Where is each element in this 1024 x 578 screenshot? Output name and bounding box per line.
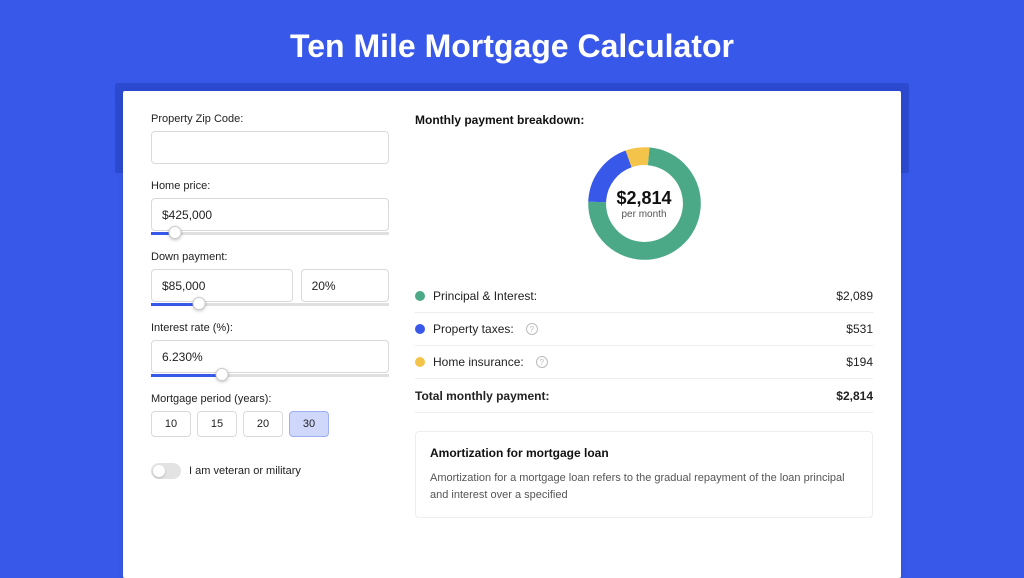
period-label: Mortgage period (years): [151, 393, 389, 405]
calculator-card: Property Zip Code: Home price: Down paym… [123, 91, 901, 578]
info-icon[interactable]: ? [526, 323, 538, 335]
rate-input[interactable] [151, 340, 389, 373]
down-label: Down payment: [151, 251, 389, 263]
period-btn-10[interactable]: 10 [151, 411, 191, 437]
row-total-label: Total monthly payment: [415, 389, 549, 403]
row-taxes: Property taxes: ? $531 [415, 313, 873, 346]
donut-chart: $2,814 per month [582, 141, 707, 266]
veteran-label: I am veteran or military [189, 465, 301, 477]
zip-group: Property Zip Code: [151, 113, 389, 164]
period-btn-20[interactable]: 20 [243, 411, 283, 437]
rate-slider-knob[interactable] [216, 368, 229, 381]
rate-slider-fill [151, 374, 222, 377]
amortization-text: Amortization for a mortgage loan refers … [430, 470, 858, 503]
down-pct-input[interactable] [301, 269, 389, 302]
donut-center: $2,814 per month [582, 141, 707, 266]
period-group: Mortgage period (years): 10 15 20 30 [151, 393, 389, 437]
breakdown-panel: Monthly payment breakdown: $2,814 per mo… [415, 113, 873, 518]
rate-group: Interest rate (%): [151, 322, 389, 377]
zip-label: Property Zip Code: [151, 113, 389, 125]
donut-chart-wrap: $2,814 per month [415, 135, 873, 280]
dot-principal-icon [415, 291, 425, 301]
row-total: Total monthly payment: $2,814 [415, 379, 873, 413]
donut-amount: $2,814 [616, 188, 671, 209]
zip-input[interactable] [151, 131, 389, 164]
row-insurance-label: Home insurance: [433, 355, 524, 369]
row-principal: Principal & Interest: $2,089 [415, 280, 873, 313]
row-taxes-value: $531 [846, 322, 873, 336]
price-slider[interactable] [151, 232, 389, 235]
row-total-value: $2,814 [836, 389, 873, 403]
row-principal-label: Principal & Interest: [433, 289, 537, 303]
row-insurance-value: $194 [846, 355, 873, 369]
down-slider-knob[interactable] [192, 297, 205, 310]
dot-insurance-icon [415, 357, 425, 367]
veteran-row: I am veteran or military [151, 463, 389, 479]
down-group: Down payment: [151, 251, 389, 306]
rate-label: Interest rate (%): [151, 322, 389, 334]
amortization-section: Amortization for mortgage loan Amortizat… [415, 431, 873, 518]
period-btn-30[interactable]: 30 [289, 411, 329, 437]
price-slider-knob[interactable] [168, 226, 181, 239]
breakdown-title: Monthly payment breakdown: [415, 113, 873, 127]
page-title: Ten Mile Mortgage Calculator [0, 0, 1024, 83]
amortization-title: Amortization for mortgage loan [430, 446, 858, 460]
price-label: Home price: [151, 180, 389, 192]
dot-taxes-icon [415, 324, 425, 334]
down-slider[interactable] [151, 303, 389, 306]
donut-sub: per month [621, 209, 666, 220]
info-icon[interactable]: ? [536, 356, 548, 368]
veteran-toggle-knob [153, 465, 165, 477]
veteran-toggle[interactable] [151, 463, 181, 479]
rate-slider[interactable] [151, 374, 389, 377]
price-input[interactable] [151, 198, 389, 231]
row-principal-value: $2,089 [836, 289, 873, 303]
down-amount-input[interactable] [151, 269, 293, 302]
period-btn-15[interactable]: 15 [197, 411, 237, 437]
row-taxes-label: Property taxes: [433, 322, 514, 336]
price-group: Home price: [151, 180, 389, 235]
row-insurance: Home insurance: ? $194 [415, 346, 873, 379]
period-options: 10 15 20 30 [151, 411, 389, 437]
input-panel: Property Zip Code: Home price: Down paym… [151, 113, 389, 518]
